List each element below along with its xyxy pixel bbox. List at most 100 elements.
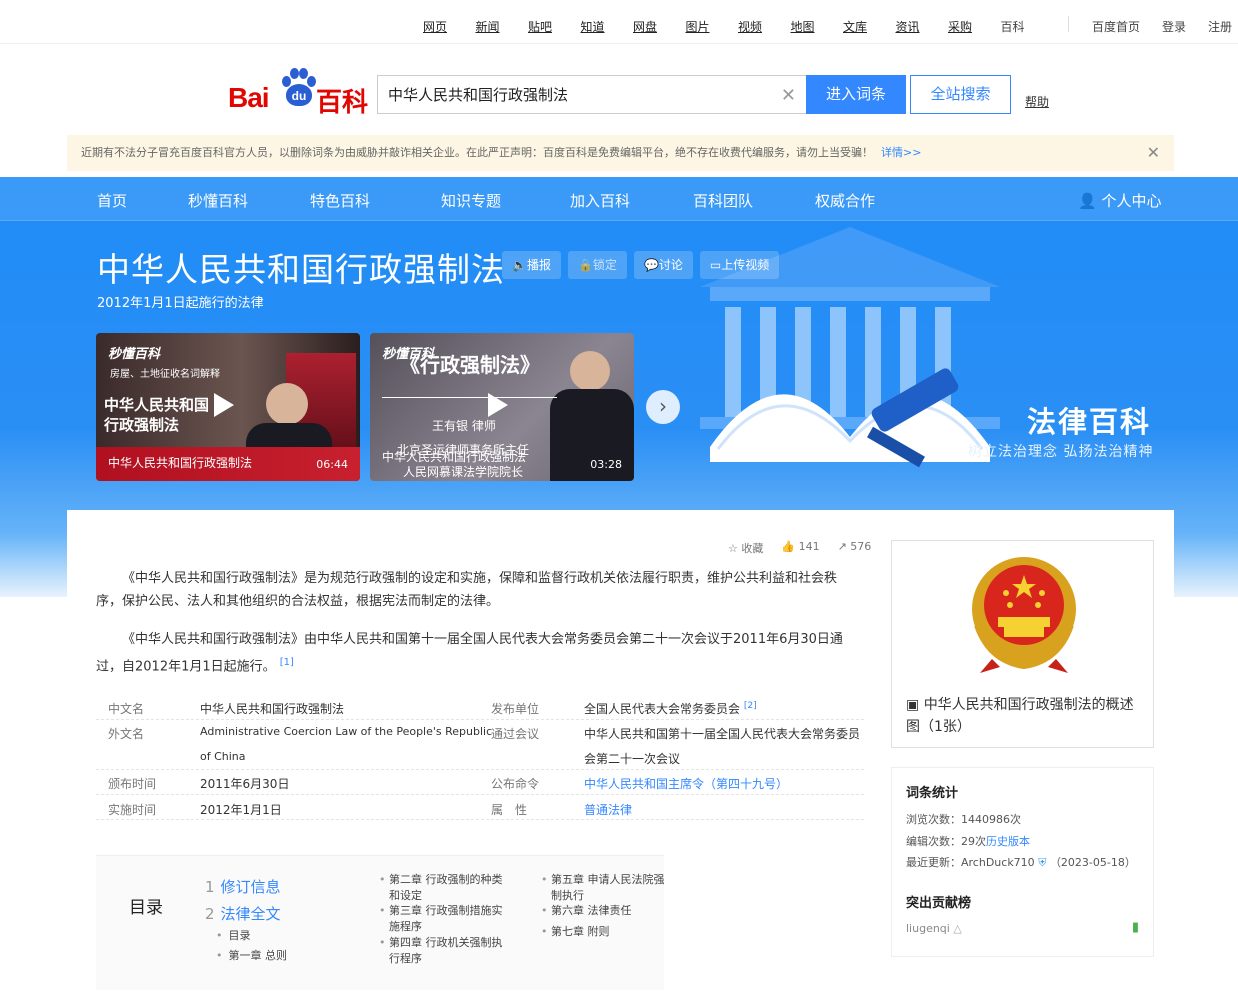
video-2-person: 王有银 律师: [432, 419, 496, 433]
toc-section-1[interactable]: 1 修订信息: [205, 876, 281, 897]
fraud-notice-bar: 近期有不法分子冒充百度百科官方人员，以删除词条为由威胁并敲诈相关企业。在此严正声…: [67, 135, 1174, 171]
main-nav: 首页 秒懂百科 特色百科 知识专题 加入百科 百科团队 权威合作 👤 个人中心: [0, 177, 1238, 221]
top-nav-right: 百度首页 登录 注册: [1092, 18, 1232, 35]
summary-image-caption: ▣ 中华人民共和国行政强制法的概述图（1张）: [906, 697, 1134, 735]
reference-link-2[interactable]: [2]: [744, 701, 757, 711]
views-stat: 浏览次数：1440986次: [906, 813, 1021, 826]
site-search-button[interactable]: 全站搜索: [910, 75, 1011, 114]
notice-details-link[interactable]: 详情>>: [881, 146, 921, 159]
history-link[interactable]: 历史版本: [986, 835, 1030, 848]
toc-chapter[interactable]: 第六章 法律责任: [541, 903, 669, 919]
nav-featured[interactable]: 特色百科: [310, 190, 370, 211]
info-value-link[interactable]: 普通法律: [584, 801, 632, 818]
video-icon: ▭: [709, 258, 722, 272]
lock-button[interactable]: 🔒锁定: [567, 251, 627, 279]
login-link[interactable]: 登录: [1162, 18, 1186, 35]
discuss-button[interactable]: 💬讨论: [633, 251, 693, 279]
entry-title-buttons: 🔈播报 🔒锁定 💬讨论 ▭上传视频: [502, 251, 780, 279]
stats-title: 词条统计: [906, 786, 959, 801]
top-link-video[interactable]: 视频: [738, 18, 791, 35]
top-link-info[interactable]: 资讯: [896, 18, 949, 35]
contributor-name[interactable]: liugenqi △: [906, 922, 962, 935]
chevron-right-icon[interactable]: ›: [646, 390, 680, 424]
video-card-1[interactable]: 秒懂百科 房屋、土地征收名词解释 中华人民共和国 行政强制法 中华人民共和国行政…: [96, 333, 360, 481]
help-link[interactable]: 帮助: [1025, 93, 1049, 110]
video-1-brand: 秒懂百科: [108, 347, 161, 362]
entry-stats-panel: 词条统计 浏览次数：1440986次 编辑次数：29次历史版本 最近更新：Arc…: [891, 767, 1154, 957]
law-encyclopedia-slogan: 树立法治理念 弘扬法治精神: [968, 444, 1154, 460]
entry-actions: ☆ 收藏 👍 141 ↗ 576: [728, 540, 871, 556]
top-link-pan[interactable]: 网盘: [633, 18, 686, 35]
table-of-contents: 目录 1修订信息 2法律全文 目录 第一章 总则 第二章 行政强制的种类和设定 …: [96, 855, 665, 990]
nav-topics[interactable]: 知识专题: [441, 190, 501, 211]
top-link-zhidao[interactable]: 知道: [581, 18, 634, 35]
baidu-home-link[interactable]: 百度首页: [1092, 18, 1140, 35]
toc-section-2[interactable]: 2 法律全文: [205, 903, 281, 924]
top-link-tieba[interactable]: 贴吧: [528, 18, 581, 35]
logo-bai-text: Bai: [228, 82, 270, 113]
top-link-web[interactable]: 网页: [423, 18, 476, 35]
toc-chapter[interactable]: 第四章 行政机关强制执行程序: [379, 935, 507, 967]
toc-chapter[interactable]: 第七章 附则: [541, 924, 669, 940]
nav-cooperation[interactable]: 权威合作: [815, 190, 875, 211]
nav-miaodong[interactable]: 秒懂百科: [188, 190, 248, 211]
summary-image-box[interactable]: ▣ 中华人民共和国行政强制法的概述图（1张）: [891, 540, 1154, 748]
video-2-headline: 《行政强制法》: [400, 353, 540, 377]
toc-chapter[interactable]: 第三章 行政强制措施实施程序: [379, 903, 507, 935]
clear-icon[interactable]: ✕: [781, 85, 796, 106]
baidu-baike-logo[interactable]: Bai du 百科: [228, 66, 368, 118]
top-link-baike[interactable]: 百科: [1001, 18, 1054, 35]
nav-join[interactable]: 加入百科: [570, 190, 630, 211]
enter-entry-button[interactable]: 进入词条: [806, 75, 906, 114]
toc-heading: 目录: [129, 898, 163, 918]
video-1-caption: 中华人民共和国行政强制法: [108, 456, 253, 470]
register-link[interactable]: 注册: [1208, 18, 1232, 35]
close-icon[interactable]: ✕: [1147, 135, 1160, 171]
info-key: 公布命令: [491, 777, 540, 791]
toc-sub-item[interactable]: 第一章 总则: [216, 947, 288, 963]
top-nav-links: 网页 新闻 贴吧 知道 网盘 图片 视频 地图 文库 资讯 采购 百科: [423, 18, 1053, 35]
notice-text: 近期有不法分子冒充百度百科官方人员，以删除词条为由威胁并敲诈相关企业。在此严正声…: [81, 146, 873, 159]
reference-link-1[interactable]: [1]: [280, 657, 294, 668]
summary-paragraph-2: 《中华人民共和国行政强制法》由中华人民共和国第十一届全国人民代表大会常务委员会第…: [96, 632, 843, 675]
video-card-2[interactable]: 秒懂百科 《行政强制法》 王有银 律师 北京圣运律师事务所主任 人民网慕课法学院…: [370, 333, 634, 481]
info-value-link[interactable]: 中华人民共和国主席令（第四十九号）: [584, 775, 788, 792]
badge-icon: ⛨: [1038, 856, 1047, 869]
video-1-headline: 中华人民共和国 行政强制法: [104, 396, 210, 434]
read-aloud-button[interactable]: 🔈播报: [502, 251, 561, 279]
video-1-tagline: 房屋、土地征收名词解释: [110, 369, 220, 380]
top-link-images[interactable]: 图片: [686, 18, 739, 35]
share-button[interactable]: ↗ 576: [838, 540, 872, 556]
play-icon: [214, 393, 234, 417]
info-key: 外文名: [108, 727, 145, 741]
search-input[interactable]: [378, 76, 758, 113]
search-box: ✕: [377, 75, 806, 114]
video-2-org2: 人民网慕课法学院院长: [403, 465, 524, 479]
toc-chapter[interactable]: 第五章 申请人民法院强制执行: [541, 872, 669, 904]
nav-home[interactable]: 首页: [97, 190, 127, 211]
info-value: Administrative Coercion Law of the Peopl…: [200, 725, 493, 738]
info-key: 颁布时间: [108, 777, 157, 791]
updated-user-link[interactable]: ArchDuck710: [961, 856, 1035, 869]
user-center-link[interactable]: 👤 个人中心: [1078, 190, 1161, 211]
toc-chapter[interactable]: 第二章 行政强制的种类和设定: [379, 872, 507, 904]
top-link-news[interactable]: 新闻: [476, 18, 529, 35]
upload-video-button[interactable]: ▭上传视频: [699, 251, 780, 279]
summary-paragraph-1: 《中华人民共和国行政强制法》是为规范行政强制的设定和实施，保障和监督行政机关依法…: [96, 571, 838, 609]
contributors-title: 突出贡献榜: [906, 896, 972, 911]
top-link-wenku[interactable]: 文库: [843, 18, 896, 35]
play-icon: [488, 393, 508, 417]
level-icon: △: [953, 922, 962, 935]
like-button[interactable]: 👍 141: [781, 540, 819, 556]
paw-icon: du: [280, 68, 316, 108]
user-center-label: 个人中心: [1101, 192, 1162, 210]
updated-stat: 最近更新：ArchDuck710 ⛨ （2023-05-18）: [906, 856, 1136, 869]
toc-sub-item[interactable]: 目录: [216, 927, 251, 943]
info-value: 中华人民共和国第十一届全国人民代表大会常务委员: [584, 727, 861, 741]
video-1-duration: 06:44: [316, 458, 348, 471]
thumbs-up-icon: 👍: [781, 540, 796, 553]
top-link-purchase[interactable]: 采购: [948, 18, 1001, 35]
top-link-map[interactable]: 地图: [791, 18, 844, 35]
favorite-button[interactable]: ☆ 收藏: [728, 540, 763, 556]
nav-team[interactable]: 百科团队: [693, 190, 753, 211]
